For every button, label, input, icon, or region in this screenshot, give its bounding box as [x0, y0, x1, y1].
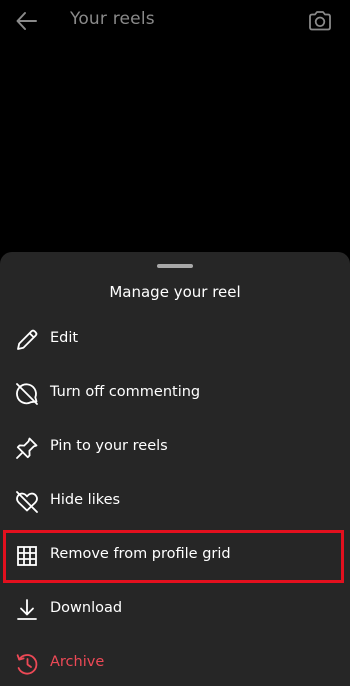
menu-item-label: Archive	[50, 654, 105, 670]
comment-off-icon	[14, 381, 40, 407]
menu-item-label: Pin to your reels	[50, 438, 168, 454]
archive-icon	[14, 651, 40, 677]
manage-reel-sheet: Manage your reel Edit Turn off commentin…	[0, 252, 350, 686]
turn-off-commenting-menu-item[interactable]: Turn off commenting	[0, 367, 350, 421]
camera-icon[interactable]	[307, 8, 333, 34]
grid-icon	[14, 543, 40, 569]
heart-off-icon	[14, 489, 40, 515]
pin-to-reels-menu-item[interactable]: Pin to your reels	[0, 421, 350, 475]
menu-item-label: Download	[50, 600, 123, 616]
menu-item-label: Hide likes	[50, 492, 121, 508]
download-icon	[14, 597, 40, 623]
arrow-left-icon[interactable]	[14, 8, 40, 34]
page-title: Your reels	[70, 9, 155, 29]
archive-menu-item[interactable]: Archive	[0, 637, 350, 686]
sheet-title: Manage your reel	[109, 283, 241, 301]
menu-item-label: Edit	[50, 330, 79, 346]
app-screen: Your reels Manage your reel Edit Turn of…	[0, 0, 350, 686]
menu-item-label: Turn off commenting	[50, 384, 201, 400]
edit-menu-item[interactable]: Edit	[0, 313, 350, 367]
sheet-drag-handle[interactable]	[157, 264, 193, 268]
menu-item-label: Remove from profile grid	[50, 546, 231, 562]
pin-icon	[14, 435, 40, 461]
remove-from-profile-grid-menu-item[interactable]: Remove from profile grid	[0, 529, 350, 583]
pencil-icon	[14, 327, 40, 353]
hide-likes-menu-item[interactable]: Hide likes	[0, 475, 350, 529]
top-app-bar: Your reels	[0, 0, 350, 42]
download-menu-item[interactable]: Download	[0, 583, 350, 637]
